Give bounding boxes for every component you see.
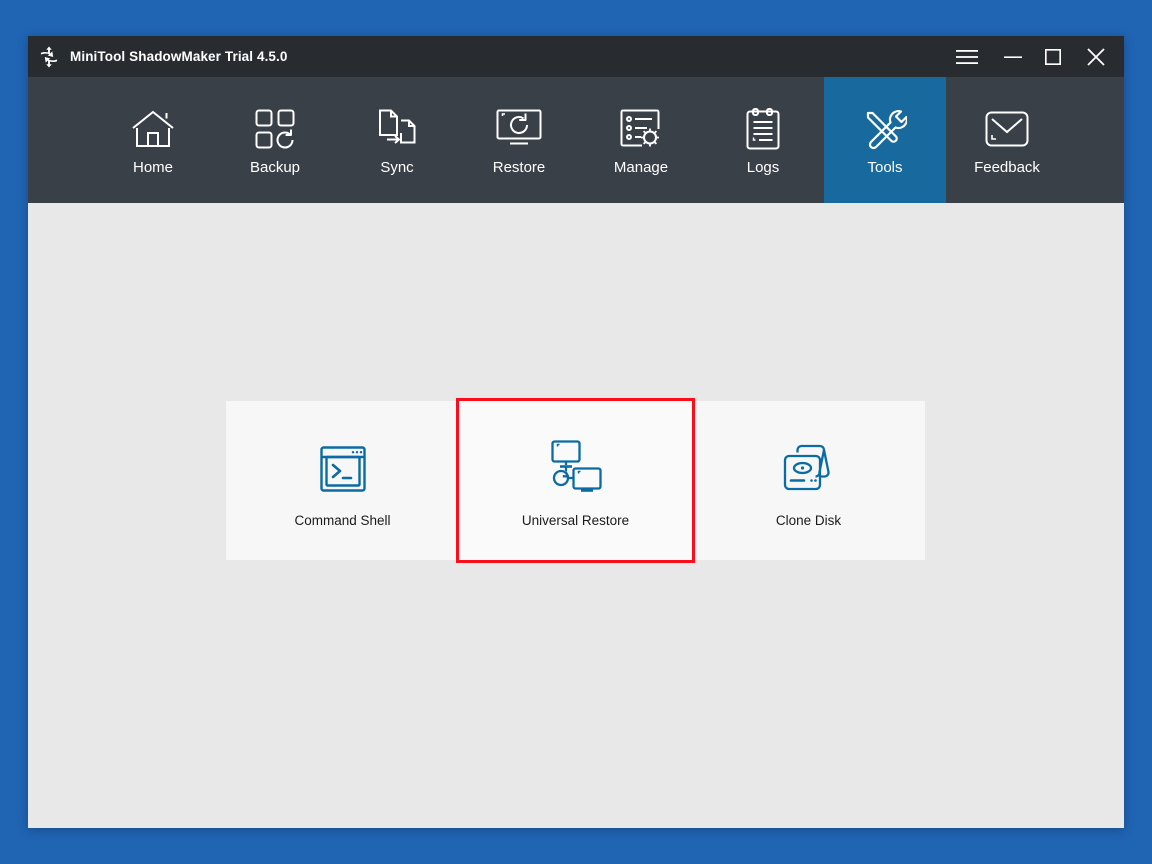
- nav-label-sync: Sync: [380, 158, 414, 176]
- window-controls: [947, 36, 1124, 77]
- minimize-icon: [1004, 55, 1022, 58]
- maximize-icon: [1045, 48, 1061, 65]
- nav-label-home: Home: [132, 158, 173, 176]
- tool-label-command-shell: Command Shell: [294, 512, 391, 528]
- home-icon: [131, 106, 175, 152]
- tool-label-clone-disk: Clone Disk: [775, 512, 842, 528]
- backup-icon: [255, 106, 295, 152]
- window-title: MiniTool ShadowMaker Trial 4.5.0: [70, 49, 288, 64]
- sync-icon: [376, 106, 418, 152]
- nav-item-tools[interactable]: Tools: [824, 77, 946, 203]
- nav-item-backup[interactable]: Backup: [214, 77, 336, 203]
- minimize-button[interactable]: [993, 36, 1033, 77]
- nav-label-manage: Manage: [613, 158, 669, 176]
- maximize-button[interactable]: [1033, 36, 1073, 77]
- nav-item-manage[interactable]: Manage: [580, 77, 702, 203]
- nav-label-tools: Tools: [867, 158, 903, 176]
- four-way-arrows-logo: [40, 46, 58, 67]
- nav-label-logs: Logs: [746, 158, 780, 176]
- nav-item-feedback[interactable]: Feedback: [946, 77, 1068, 203]
- command-shell-icon: [319, 434, 366, 492]
- hamburger-menu-icon: [956, 49, 978, 64]
- application-window: MiniTool ShadowMaker Trial 4.5.0 Home Ba…: [28, 36, 1124, 828]
- nav-label-feedback: Feedback: [974, 158, 1040, 176]
- content-area: Command Shell Universal Restore Clone Di…: [28, 203, 1124, 828]
- nav-item-sync[interactable]: Sync: [336, 77, 458, 203]
- title-bar: MiniTool ShadowMaker Trial 4.5.0: [28, 36, 1124, 77]
- close-icon: [1087, 47, 1105, 66]
- main-navigation: Home Backup Sync Restore Manage Logs Too…: [28, 77, 1124, 203]
- logs-icon: [746, 106, 780, 152]
- tools-icon: [863, 106, 907, 152]
- hamburger-menu-button[interactable]: [947, 36, 987, 77]
- manage-icon: [620, 106, 662, 152]
- clone-disk-icon: [783, 434, 835, 492]
- universal-restore-icon: [547, 434, 605, 492]
- nav-item-home[interactable]: Home: [92, 77, 214, 203]
- feedback-icon: [985, 106, 1029, 152]
- nav-item-restore[interactable]: Restore: [458, 77, 580, 203]
- nav-label-backup: Backup: [249, 158, 301, 176]
- tool-card-command-shell[interactable]: Command Shell: [226, 401, 459, 560]
- nav-item-logs[interactable]: Logs: [702, 77, 824, 203]
- close-button[interactable]: [1073, 36, 1119, 77]
- restore-icon: [496, 106, 542, 152]
- tool-card-universal-restore[interactable]: Universal Restore: [456, 398, 695, 563]
- tool-label-universal-restore: Universal Restore: [521, 512, 630, 528]
- tool-card-clone-disk[interactable]: Clone Disk: [692, 401, 925, 560]
- tools-card-panel: Command Shell Universal Restore Clone Di…: [226, 398, 925, 563]
- nav-label-restore: Restore: [492, 158, 546, 176]
